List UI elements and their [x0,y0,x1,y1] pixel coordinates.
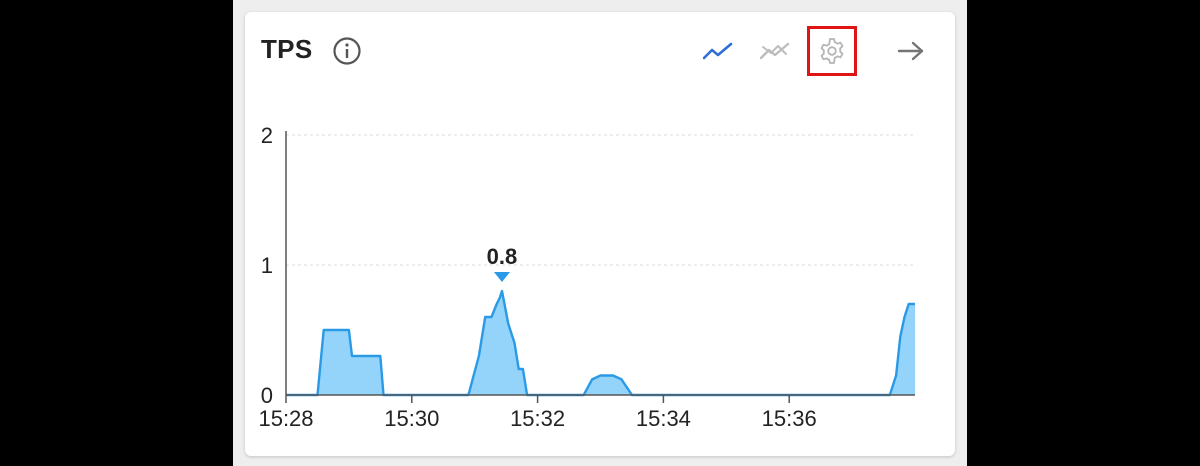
grid-lines [286,134,915,266]
x-tick-label: 15:36 [762,406,817,431]
y-tick-label: 0 [261,383,273,408]
y-tick-label: 2 [261,123,273,148]
x-tick-label: 15:34 [636,406,691,431]
series-fill [286,291,915,395]
peak-marker: 0.8 [487,244,518,282]
series-area [286,289,915,397]
x-tick-label: 15:28 [258,406,313,431]
tps-chart: 0 1 2 15:28 15:30 15:32 15:34 15:36 0.8 [258,123,915,431]
x-tick-label: 15:32 [510,406,565,431]
tps-panel: TPS 0 1 2 15:28 15:30 15:32 15:34 15:36 … [245,12,955,456]
y-tick-label: 1 [261,253,273,278]
dashboard-background: TPS 0 1 2 15:28 15:30 15:32 15:34 15:36 … [233,0,967,466]
peak-triangle [493,272,510,282]
x-tick-label: 15:30 [384,406,439,431]
peak-value-label: 0.8 [487,244,518,269]
